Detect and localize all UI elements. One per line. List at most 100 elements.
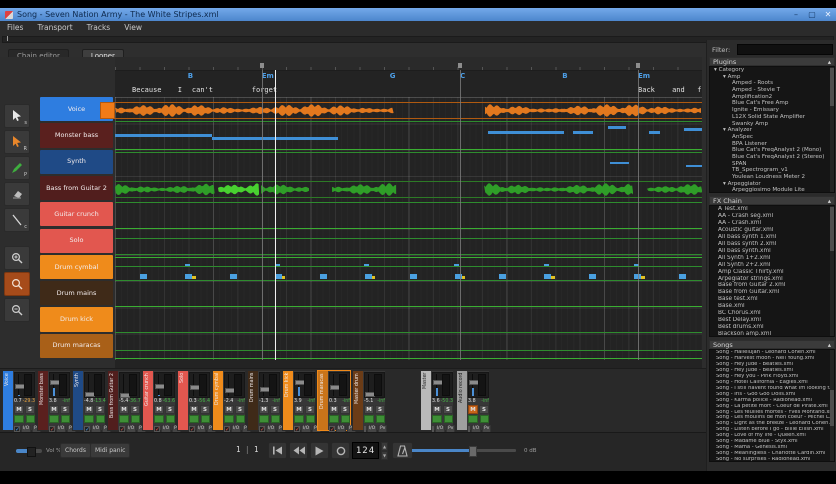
fader[interactable]	[432, 372, 453, 398]
automation-line[interactable]	[115, 149, 702, 150]
list-item[interactable]: BC Chorus.xml	[710, 310, 834, 317]
list-item[interactable]: AA - Crash.xml	[710, 220, 834, 227]
mute-button[interactable]: M	[154, 405, 164, 414]
list-item[interactable]: Best drums.xml	[710, 324, 834, 331]
list-item[interactable]: All Synth 1+2.xml	[710, 255, 834, 262]
tree-item[interactable]: SPAN	[710, 161, 834, 168]
scrollbar-thumb[interactable]	[830, 390, 834, 426]
chord-label[interactable]: Em	[262, 72, 274, 80]
mute-button[interactable]: M	[49, 405, 59, 414]
scrollbar-thumb[interactable]	[830, 68, 834, 106]
tree-item[interactable]: Amplification2	[710, 94, 834, 101]
list-item[interactable]: Base test.xml	[710, 296, 834, 303]
automation-line[interactable]	[115, 152, 702, 153]
record-checkbox[interactable]	[364, 426, 366, 432]
mute-button[interactable]: M	[224, 405, 234, 414]
mixer-strip[interactable]: Bass from Guitar 2-5.4-36.7MS✓I/OPv	[107, 370, 141, 431]
drum-hit-accent[interactable]	[192, 276, 196, 279]
track-header[interactable]: Bass from Guitar 2	[40, 176, 113, 200]
chord-label[interactable]: G	[390, 72, 396, 80]
tree-item[interactable]: Blue Cat's FreqAnalyst 2 (Stereo)	[710, 154, 834, 161]
automation-line[interactable]	[115, 228, 702, 229]
list-item[interactable]: Blackson amp.xml	[710, 331, 834, 337]
record-checkbox[interactable]	[468, 426, 470, 432]
zoom-fit-button[interactable]	[4, 272, 30, 296]
midi-note[interactable]	[115, 134, 212, 137]
fader[interactable]	[154, 372, 175, 398]
list-item[interactable]: Base from Guitar.xml	[710, 289, 834, 296]
chord-label[interactable]: Em	[638, 72, 650, 80]
tree-item[interactable]: BPA Listener	[710, 141, 834, 148]
record-checkbox[interactable]: ✓	[329, 426, 335, 432]
filter-input[interactable]	[737, 44, 833, 55]
tree-item[interactable]: Ignite - Emissary	[710, 107, 834, 114]
track-header[interactable]: Drum maracas	[40, 334, 113, 358]
automation-line[interactable]	[115, 350, 702, 351]
list-item[interactable]: A Test.xml	[710, 206, 834, 213]
track-header[interactable]: Drum cymbal	[40, 255, 113, 279]
track-header[interactable]: Drum kick	[40, 307, 113, 331]
timeline-ruler[interactable]	[115, 57, 702, 71]
solo-button[interactable]: S	[25, 405, 35, 414]
drum-hit[interactable]	[499, 274, 506, 279]
fader[interactable]	[49, 372, 70, 398]
solo-button[interactable]: S	[270, 405, 280, 414]
draw-tool-button[interactable]: P	[4, 156, 30, 180]
record-checkbox[interactable]: ✓	[259, 426, 265, 432]
record-checkbox[interactable]: ✓	[294, 426, 300, 432]
solo-button[interactable]: S	[130, 405, 140, 414]
automation-line[interactable]	[115, 254, 702, 255]
list-item[interactable]: AA - Crash seg.xml	[710, 213, 834, 220]
list-item[interactable]: All bass synth.xml	[710, 248, 834, 255]
tree-item[interactable]: Youlean Loudness Meter 2	[710, 174, 834, 181]
mute-button[interactable]: M	[329, 405, 339, 414]
mute-button[interactable]: M	[294, 405, 304, 414]
automation-line[interactable]	[115, 332, 702, 333]
clip[interactable]	[485, 103, 701, 118]
fader[interactable]	[189, 372, 210, 398]
tree-item[interactable]: Swanky Amp	[710, 121, 834, 128]
mixer-strip[interactable]: Drum maracas0.3-infMS✓I/OPv	[317, 370, 351, 431]
section-marker[interactable]	[636, 63, 640, 68]
solo-button[interactable]: S	[60, 405, 70, 414]
tree-item[interactable]: TB_Spectrogram_v1	[710, 167, 834, 174]
drum-hit-accent[interactable]	[641, 276, 645, 279]
master-volume-slider[interactable]	[412, 449, 516, 452]
scrollbar[interactable]	[830, 350, 834, 461]
mini-volume-thumb[interactable]	[27, 447, 36, 457]
midi-note[interactable]	[608, 126, 626, 129]
automation-line[interactable]	[115, 238, 702, 239]
scrollbar[interactable]	[830, 67, 834, 192]
record-checkbox[interactable]: ✓	[189, 426, 195, 432]
tree-item[interactable]: ▾ Analyzer	[710, 127, 834, 134]
menu-item-transport[interactable]: Transport	[30, 23, 79, 32]
chord-label[interactable]: B	[562, 72, 567, 80]
record-checkbox[interactable]: ✓	[119, 426, 125, 432]
zoom-out-button[interactable]	[4, 298, 30, 322]
close-button[interactable]: ✕	[820, 8, 836, 21]
midi-panic-button[interactable]: Midi panic	[90, 443, 130, 458]
automation-line[interactable]	[115, 280, 702, 281]
chords-button[interactable]: Chords	[60, 443, 91, 458]
scrollbar-thumb[interactable]	[830, 207, 834, 251]
drum-hit[interactable]	[679, 274, 686, 279]
tree-item[interactable]: L12X Solid State Amplifier	[710, 114, 834, 121]
mini-volume-slider[interactable]	[16, 449, 42, 453]
mute-button[interactable]: M	[119, 405, 129, 414]
track-header[interactable]: Drum mains	[40, 281, 113, 305]
automation-line[interactable]	[115, 266, 702, 267]
clip[interactable]	[115, 103, 394, 118]
drum-hit[interactable]	[230, 274, 237, 279]
drum-hit[interactable]	[544, 274, 551, 279]
list-item[interactable]: Song - No surprises - Radiohead.xml	[710, 457, 834, 462]
mixer-strip[interactable]: Guitar crunch0.8-63.6MS✓I/OPv	[142, 370, 176, 431]
go-to-start-button[interactable]	[268, 442, 287, 459]
drum-hit[interactable]	[589, 274, 596, 279]
mixer-strip[interactable]: Synth-4.8-13.4MS✓I/OPv	[72, 370, 106, 431]
fader[interactable]	[329, 372, 350, 398]
section-marker[interactable]	[458, 63, 462, 68]
list-item[interactable]: Acoustic guitar.xml	[710, 227, 834, 234]
list-item[interactable]: All Synth 2+2.xml	[710, 262, 834, 269]
clip[interactable]	[647, 182, 702, 197]
mute-button[interactable]: M	[432, 405, 442, 414]
